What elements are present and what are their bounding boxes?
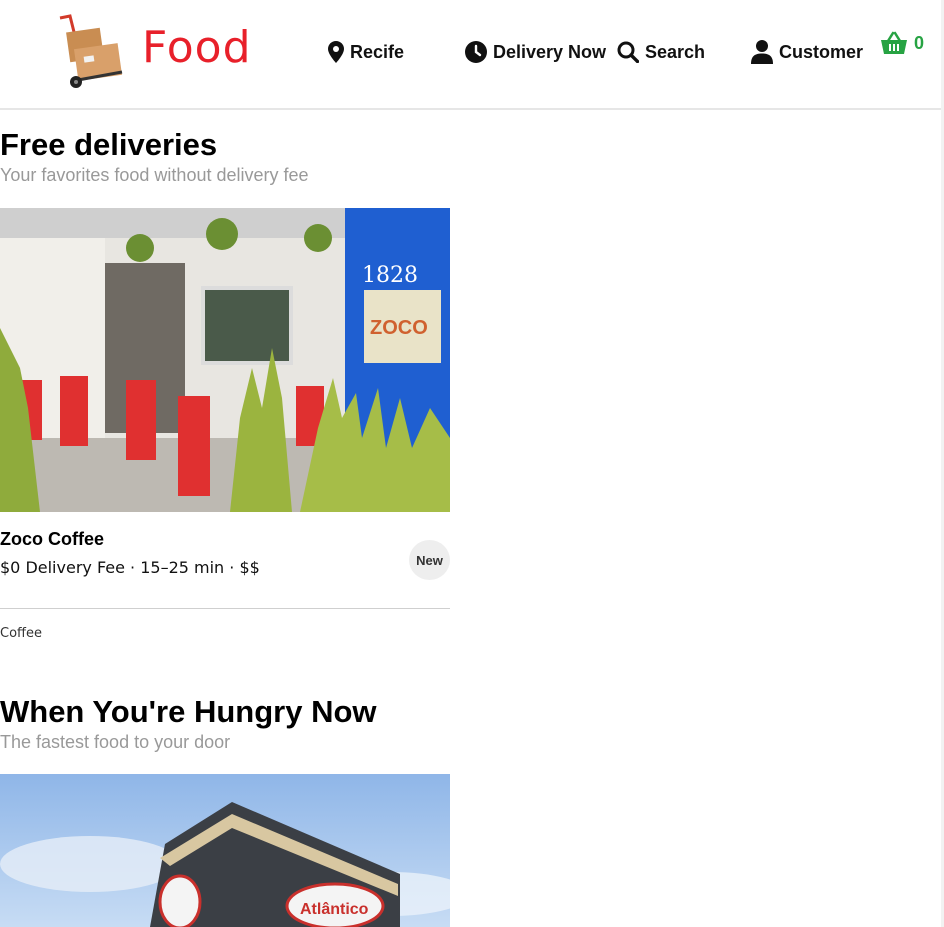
search-label: Search [645,41,706,62]
clock-icon [465,41,487,63]
search-icon [617,41,639,63]
user-icon [751,40,773,64]
store-sign-text: Atlântico [300,901,369,918]
restaurant-name[interactable]: Zoco Coffee [0,529,104,550]
search-button[interactable]: Search [617,40,705,64]
map-pin-icon [328,41,344,63]
restaurant-card-image-2[interactable]: Atlântico [0,774,450,927]
cart-button[interactable]: 0 [880,31,924,55]
shopping-basket-icon [881,31,907,54]
location-selector[interactable]: Recife [328,40,404,64]
section-title-free-deliveries: Free deliveries [0,127,218,162]
account-label: Customer [779,41,864,62]
section-subtitle-free-deliveries: Your favorites food without delivery fee [0,165,309,185]
location-label: Recife [350,41,405,62]
brand-name[interactable]: Food [142,22,252,74]
new-badge: New [409,540,450,580]
cart-count: 0 [914,32,925,53]
restaurant-meta: $0 Delivery Fee · 15–25 min · $$ [0,558,260,577]
card-divider [0,608,450,609]
shop-sign-text: ZOCO [370,317,428,339]
delivery-time-selector[interactable]: Delivery Now [465,40,606,64]
house-number: 1828 [362,263,418,288]
section-subtitle-hungry-now: The fastest food to your door [0,732,231,752]
restaurant-category: Coffee [0,626,42,641]
restaurant-card-image[interactable]: 1828 ZOCO [0,208,450,512]
section-title-hungry-now: When You're Hungry Now [0,694,377,729]
delivery-label: Delivery Now [493,41,607,62]
account-menu[interactable]: Customer [751,40,863,64]
hand-truck-logo-icon[interactable] [56,12,136,90]
top-header: Food Recife Delivery Now Search Customer… [0,0,944,110]
